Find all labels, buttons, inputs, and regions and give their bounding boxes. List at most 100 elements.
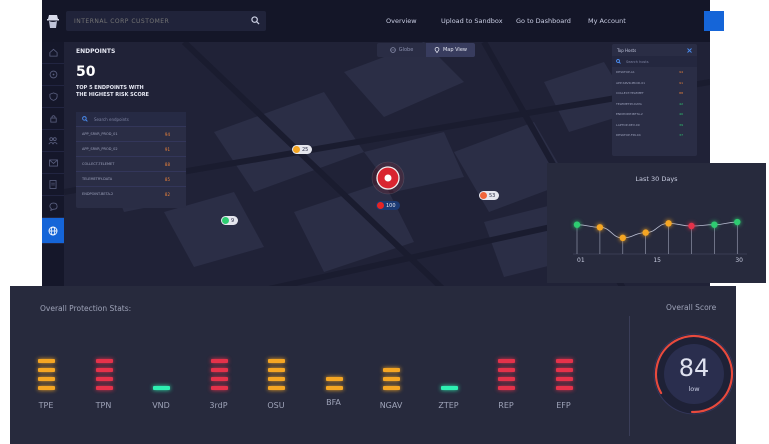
host-name: COLLECT-TELEMET bbox=[616, 91, 644, 96]
stat-bfa[interactable]: BFA bbox=[314, 286, 354, 444]
brand-logo[interactable] bbox=[42, 0, 64, 42]
row-score: 88 bbox=[164, 161, 170, 167]
stat-tpe[interactable]: TPE bbox=[26, 286, 66, 444]
stat-level-segment bbox=[555, 368, 573, 372]
stat-efp[interactable]: EFP bbox=[544, 286, 584, 444]
list-item[interactable]: APP-SRVR-PROD-01 91 bbox=[612, 78, 697, 89]
chart-point[interactable] bbox=[665, 220, 672, 227]
list-item[interactable]: DESKTOP-FIN-04 37 bbox=[612, 130, 697, 141]
chart-point[interactable] bbox=[573, 221, 581, 228]
stat-3rdp[interactable]: 3rdP bbox=[199, 286, 239, 444]
stat-level-segment bbox=[210, 377, 228, 381]
global-search[interactable] bbox=[66, 11, 266, 31]
sidebar-item-security[interactable] bbox=[42, 108, 64, 130]
stat-label: ZTEP bbox=[438, 401, 459, 410]
doc-icon bbox=[49, 180, 57, 189]
stat-level-segment bbox=[268, 359, 285, 363]
endpoints-search[interactable]: Search endpoints bbox=[76, 112, 186, 126]
nav-my-account[interactable]: My Account bbox=[588, 0, 626, 42]
stat-level-segment bbox=[440, 386, 458, 390]
map-alert-target[interactable] bbox=[371, 161, 405, 195]
stat-tpn[interactable]: TPN bbox=[84, 286, 124, 444]
nav-upload-sandbox[interactable]: Upload to Sandbox bbox=[441, 0, 503, 42]
stat-ngav[interactable]: NGAV bbox=[371, 286, 411, 444]
stat-rep[interactable]: REP bbox=[486, 286, 526, 444]
table-row[interactable]: APP_SRVR_PROD_01 94 bbox=[76, 126, 186, 141]
sidebar-item-home[interactable] bbox=[42, 42, 64, 64]
chart-point[interactable] bbox=[596, 224, 604, 231]
row-name: TELEMETRY-DATA bbox=[82, 177, 113, 181]
stat-level-segment bbox=[38, 368, 55, 372]
host-score: 91 bbox=[679, 80, 683, 85]
sidebar-item-mail[interactable] bbox=[42, 152, 64, 174]
users-icon bbox=[48, 137, 58, 145]
stat-label: TPN bbox=[95, 401, 112, 410]
stat-label: EFP bbox=[556, 401, 571, 410]
sidebar-item-chat[interactable] bbox=[42, 196, 64, 218]
row-name: APP_SRVR_PROD_01 bbox=[82, 132, 118, 136]
stat-vnd[interactable]: VND bbox=[141, 286, 181, 444]
map-marker-25[interactable]: 25 bbox=[292, 145, 313, 154]
dashboard-icon bbox=[49, 70, 57, 79]
stat-label: TPE bbox=[38, 401, 54, 410]
search-icon bbox=[82, 116, 88, 122]
sidebar-item-dashboard[interactable] bbox=[42, 64, 64, 86]
host-score: 39 bbox=[679, 122, 683, 127]
table-row[interactable]: TELEMETRY-DATA 85 bbox=[76, 171, 186, 186]
table-row[interactable]: ENDPOINT-BETA-2 82 bbox=[76, 186, 186, 201]
chart-point[interactable] bbox=[642, 229, 649, 236]
stat-ztep[interactable]: ZTEP bbox=[429, 286, 469, 444]
stat-level-segment bbox=[383, 368, 400, 372]
row-score: 85 bbox=[164, 176, 170, 182]
table-row[interactable]: COLLECT-TELEMET 88 bbox=[76, 156, 186, 171]
stat-level-segment bbox=[268, 377, 285, 381]
chart-point[interactable] bbox=[619, 234, 626, 242]
close-icon[interactable] bbox=[687, 47, 692, 53]
list-item[interactable]: DESKTOP-A1 94 bbox=[612, 67, 697, 78]
list-item[interactable]: TELEMETRY-DATA 42 bbox=[612, 99, 697, 110]
list-item[interactable]: LAPTOP-DEV-09 39 bbox=[612, 120, 697, 131]
search-icon[interactable] bbox=[251, 16, 260, 25]
row-score: 94 bbox=[164, 131, 170, 137]
list-item[interactable]: COLLECT-TELEMET 88 bbox=[612, 88, 697, 99]
blue-action-button[interactable] bbox=[704, 11, 724, 31]
stat-label: VND bbox=[152, 401, 170, 410]
globe-icon bbox=[389, 47, 396, 53]
map-marker-100[interactable]: 100 bbox=[376, 201, 400, 210]
map-marker-9[interactable]: 9 bbox=[221, 216, 239, 225]
host-score: 94 bbox=[679, 70, 683, 75]
nav-go-dashboard[interactable]: Go to Dashboard bbox=[516, 0, 571, 42]
row-score: 82 bbox=[164, 191, 170, 197]
globe-view-label: Globe bbox=[398, 47, 414, 53]
map-view-tab[interactable]: Map View bbox=[426, 43, 475, 57]
endpoints-subtitle: TOP 5 ENDPOINTS WITH THE HIGHEST RISK SC… bbox=[76, 85, 176, 99]
sidebar-item-map[interactable] bbox=[42, 218, 64, 244]
top-bar: Overview Upload to Sandbox Go to Dashboa… bbox=[42, 0, 710, 42]
chart-point[interactable] bbox=[711, 221, 718, 228]
chart-point[interactable] bbox=[688, 222, 695, 230]
nav-overview[interactable]: Overview bbox=[386, 0, 417, 42]
row-score: 91 bbox=[164, 146, 170, 152]
marker-value: 53 bbox=[489, 192, 496, 199]
chart-point[interactable] bbox=[734, 218, 741, 226]
globe-view-tab[interactable]: Globe bbox=[377, 43, 426, 57]
host-name: DESKTOP-FIN-04 bbox=[616, 133, 641, 138]
table-row[interactable]: APP_SRVR_PROD_02 91 bbox=[76, 141, 186, 156]
sidebar-item-users[interactable] bbox=[42, 130, 64, 152]
list-item[interactable]: ENDPOINT-BETA-2 40 bbox=[612, 109, 697, 120]
protection-stats-panel: Overall Protection Stats: Overall Score … bbox=[10, 286, 736, 444]
stat-osu[interactable]: OSU bbox=[256, 286, 296, 444]
hosts-panel-title: Top Hosts bbox=[617, 47, 637, 53]
score-label: low bbox=[688, 385, 700, 393]
stat-level-segment bbox=[498, 386, 515, 390]
sidebar-item-reports[interactable] bbox=[42, 174, 64, 196]
host-score: 42 bbox=[679, 101, 683, 106]
global-search-input[interactable] bbox=[66, 16, 246, 26]
sidebar bbox=[42, 42, 64, 290]
home-icon bbox=[48, 48, 58, 57]
map-marker-53[interactable]: 53 bbox=[479, 191, 500, 200]
hosts-search[interactable]: Search hosts bbox=[612, 56, 697, 67]
overall-score-gauge: 84 low bbox=[650, 330, 738, 418]
sidebar-item-protection[interactable] bbox=[42, 86, 64, 108]
map-pin-icon bbox=[434, 47, 440, 53]
